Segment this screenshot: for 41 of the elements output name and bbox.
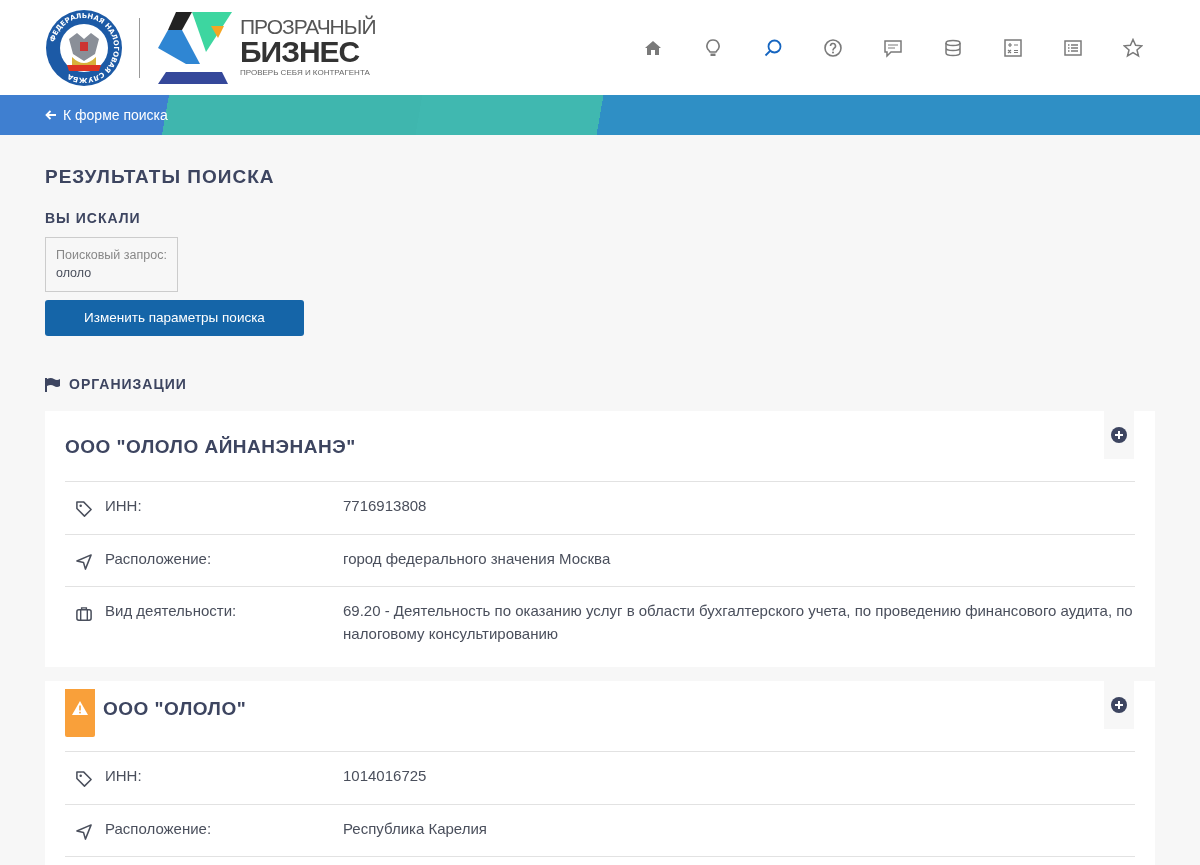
brand-name: БИЗНЕС [240, 37, 361, 67]
star-icon[interactable] [1123, 37, 1143, 58]
chat-icon[interactable] [883, 37, 903, 58]
field-value: 7716913808 [343, 496, 427, 516]
query-label: Поисковый запрос: [56, 246, 167, 264]
navigation-arrow-icon [75, 822, 93, 841]
field-label: ИНН: [105, 496, 143, 516]
query-value: ололо [56, 265, 93, 283]
list-icon[interactable] [1063, 37, 1083, 58]
page-title: РЕЗУЛЬТАТЫ ПОИСКА [45, 165, 276, 189]
flag-icon [45, 377, 61, 392]
calculator-icon[interactable] [1003, 37, 1023, 58]
database-icon[interactable] [943, 37, 963, 58]
organization-name: ООО "ОЛОЛО АЙНАНЭНАНЭ" [65, 434, 356, 459]
field-label: ИНН: [105, 766, 143, 786]
briefcase-icon [75, 605, 93, 624]
field-value: город федерального значения Москва [343, 548, 611, 569]
field-label: Расположение: [105, 818, 213, 839]
back-arrow-icon[interactable] [45, 110, 57, 120]
expand-icon[interactable] [1111, 427, 1127, 443]
section-heading: ОРГАНИЗАЦИИ [69, 375, 187, 394]
organization-name: ООО "ОЛОЛО" [103, 696, 247, 721]
navigation-arrow-icon [75, 552, 93, 571]
section-heading: ВЫ ИСКАЛИ [45, 208, 142, 228]
search-icon[interactable] [763, 37, 783, 58]
field-value: 1014016725 [343, 766, 427, 786]
brand-tagline: ПРОВЕРЬ СЕБЯ И КОНТРАГЕНТА [240, 67, 371, 79]
brand-logo-icon [156, 11, 232, 84]
back-link[interactable]: К форме поиска [63, 104, 168, 126]
lightbulb-icon[interactable] [703, 37, 723, 58]
brand-name: ПРОЗРАЧНЫЙ [240, 16, 376, 37]
tag-icon [75, 500, 93, 519]
change-search-button[interactable]: Изменить параметры поиска [45, 300, 304, 336]
field-value: Республика Карелия [343, 818, 487, 839]
field-label: Вид деятельности: [105, 601, 238, 621]
field-value: 69.20 - Деятельность по оказанию услуг в области бухгалтерского учета, по проведению финансового аудита, по налоговому консультированию [343, 601, 1134, 644]
warning-icon [72, 701, 88, 715]
expand-icon[interactable] [1111, 697, 1127, 713]
help-icon[interactable] [823, 37, 843, 58]
field-label: Расположение: [105, 548, 213, 569]
tag-icon [75, 770, 93, 789]
